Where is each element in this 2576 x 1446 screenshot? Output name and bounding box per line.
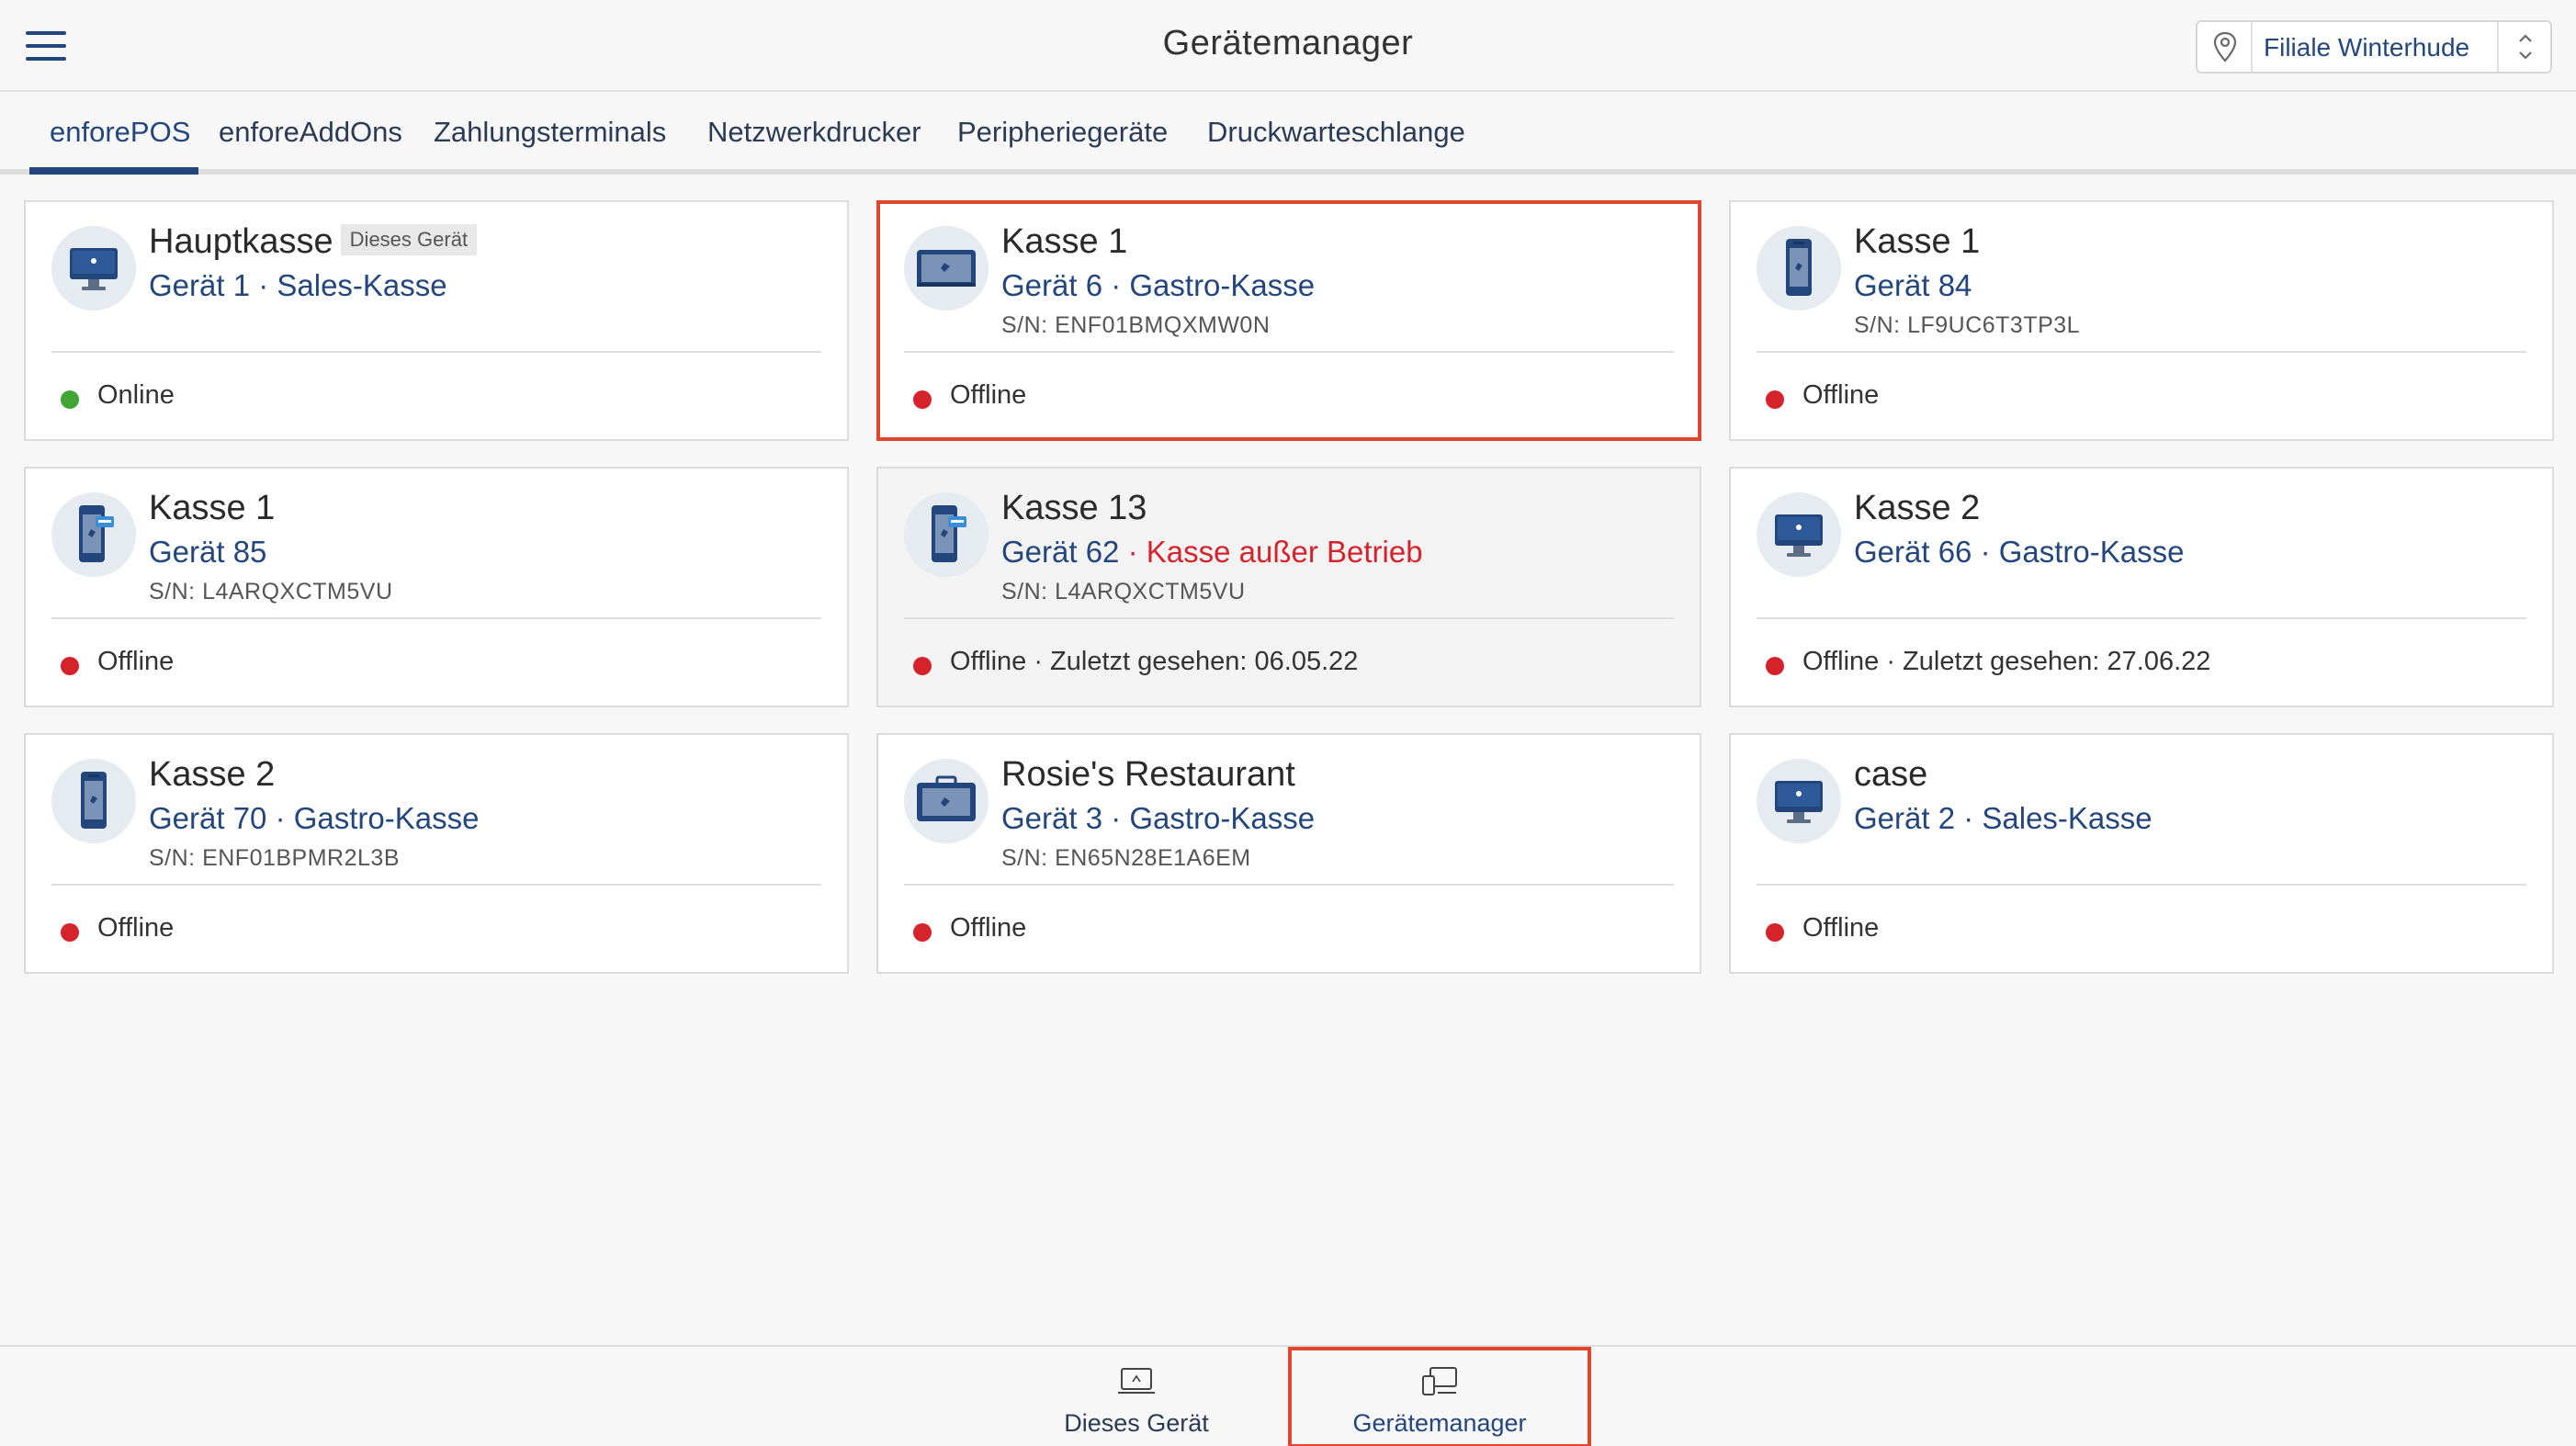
device-name: Rosie's Restaurant bbox=[1001, 755, 1295, 794]
card-divider bbox=[904, 351, 1674, 353]
card-divider bbox=[904, 617, 1674, 619]
status-text: Offline bbox=[1802, 913, 1880, 943]
device-subtitle: Gerät 84 bbox=[1854, 268, 1972, 302]
nav-this-device-label: Dieses Gerät bbox=[1064, 1409, 1209, 1437]
serial-number: S/N: ENF01BMQXMW0N bbox=[1001, 312, 1271, 338]
device-card[interactable]: case Gerät 2 · Sales-Kasse Offline bbox=[1729, 733, 2554, 974]
device-subtitle: Gerät 2 · Sales-Kasse bbox=[1854, 801, 2152, 835]
device-card[interactable]: Kasse 1 Gerät 6 · Gastro-Kasse S/N: ENF01B… bbox=[876, 200, 1701, 441]
device-subtitle: Gerät 6 · Gastro-Kasse bbox=[1001, 268, 1316, 302]
serial-number: S/N: L4ARQXCTM5VU bbox=[149, 579, 393, 604]
device-name: Kasse 1 bbox=[149, 489, 276, 527]
device-card[interactable]: Rosie's Restaurant Gerät 3 · Gastro-Kasse… bbox=[876, 733, 1701, 974]
tab-zahlungsterminals[interactable]: Zahlungsterminals bbox=[434, 116, 666, 149]
status-text: Offline bbox=[950, 913, 1027, 943]
device-name: Kasse 2 bbox=[1854, 489, 1981, 527]
app-header: Gerätemanager Filiale Winterhude bbox=[0, 0, 2576, 92]
status-text: Offline · Zuletzt gesehen: 06.05.22 bbox=[950, 647, 1359, 676]
status-indicator bbox=[61, 657, 79, 675]
bottom-navigation: Dieses Gerät Gerätemanager bbox=[0, 1345, 2576, 1446]
serial-number: S/N: EN65N28E1A6EM bbox=[1001, 845, 1251, 871]
status-indicator bbox=[1766, 390, 1784, 409]
device-subtitle: Gerät 62 · Kasse außer Betrieb bbox=[1001, 535, 1423, 569]
device-name: Kasse 2 bbox=[149, 755, 276, 794]
nav-this-device[interactable]: Dieses Gerät bbox=[985, 1347, 1288, 1446]
device-card[interactable]: Kasse 2 Gerät 70 · Gastro-Kasse S/N: ENF01… bbox=[24, 733, 849, 974]
nav-device-manager-label: Gerätemanager bbox=[1352, 1409, 1527, 1437]
out-of-service-label: · Kasse außer Betrieb bbox=[1119, 535, 1423, 569]
device-subtitle: Gerät 1 · Sales-Kasse bbox=[149, 268, 447, 302]
page-title: Gerätemanager bbox=[1162, 24, 1414, 62]
status-indicator bbox=[61, 923, 79, 942]
card-divider bbox=[1757, 884, 2526, 886]
active-tab-indicator bbox=[29, 167, 198, 175]
chevron-updown-icon bbox=[2497, 22, 2550, 72]
card-divider bbox=[51, 351, 821, 353]
card-divider bbox=[904, 884, 1674, 886]
handheld-pos-icon bbox=[1757, 226, 1841, 311]
tablet-case-icon bbox=[904, 759, 989, 843]
desktop-pos-icon bbox=[1757, 759, 1841, 843]
this-device-badge: Dieses Gerät bbox=[340, 223, 478, 255]
this-device-icon bbox=[1114, 1365, 1158, 1400]
status-indicator bbox=[913, 657, 932, 675]
device-card[interactable]: Kasse 1 Gerät 84 S/N: LF9UC6T3TP3L Offline bbox=[1729, 200, 2554, 441]
device-name: Hauptkasse Dieses Gerät bbox=[149, 222, 478, 262]
device-card[interactable]: Kasse 1 Gerät 85 S/N: L4ARQXCTM5VU Offline bbox=[24, 467, 849, 707]
status-text: Offline bbox=[950, 380, 1027, 410]
store-selector-label: Filiale Winterhude bbox=[2264, 33, 2470, 62]
device-name: case bbox=[1854, 755, 1928, 794]
device-name: Kasse 13 bbox=[1001, 489, 1147, 527]
device-manager-icon bbox=[1418, 1365, 1462, 1400]
status-text: Offline bbox=[97, 913, 175, 943]
status-text: Offline · Zuletzt gesehen: 27.06.22 bbox=[1802, 647, 2211, 676]
serial-number: S/N: L4ARQXCTM5VU bbox=[1001, 579, 1246, 604]
desktop-pos-icon bbox=[51, 226, 136, 311]
device-name: Kasse 1 bbox=[1854, 222, 1981, 261]
nav-device-manager[interactable]: Gerätemanager bbox=[1288, 1347, 1591, 1446]
card-divider bbox=[51, 884, 821, 886]
device-card[interactable]: Kasse 2 Gerät 66 · Gastro-Kasse Offline · … bbox=[1729, 467, 2554, 707]
tab-druckwarteschlange[interactable]: Druckwarteschlange bbox=[1207, 116, 1465, 149]
serial-number: S/N: ENF01BPMR2L3B bbox=[149, 845, 400, 871]
device-category-tabs: enforePOS enforeAddOns Zahlungsterminals… bbox=[0, 92, 2576, 175]
store-selector[interactable]: Filiale Winterhude bbox=[2196, 20, 2552, 73]
handheld-pay-icon bbox=[904, 492, 989, 577]
tab-peripheriegeraete[interactable]: Peripheriegeräte bbox=[957, 116, 1168, 149]
status-indicator bbox=[1766, 923, 1784, 942]
tablet-pos-icon bbox=[904, 226, 989, 311]
handheld-pay-icon bbox=[51, 492, 136, 577]
status-indicator bbox=[1766, 657, 1784, 675]
device-subtitle: Gerät 3 · Gastro-Kasse bbox=[1001, 801, 1316, 835]
device-card[interactable]: Hauptkasse Dieses Gerät Gerät 1 · Sales-Ka… bbox=[24, 200, 849, 441]
card-divider bbox=[1757, 617, 2526, 619]
device-name: Kasse 1 bbox=[1001, 222, 1128, 261]
tab-enforeaddons[interactable]: enforeAddOns bbox=[219, 116, 402, 149]
status-indicator bbox=[913, 390, 932, 409]
card-divider bbox=[1757, 351, 2526, 353]
device-subtitle: Gerät 85 bbox=[149, 535, 267, 569]
status-text: Online bbox=[97, 380, 175, 410]
card-divider bbox=[51, 617, 821, 619]
status-indicator bbox=[913, 923, 932, 942]
device-card[interactable]: Kasse 13 Gerät 62 · Kasse außer Betrieb S/… bbox=[876, 467, 1701, 707]
tab-netzwerkdrucker[interactable]: Netzwerkdrucker bbox=[707, 116, 921, 149]
status-indicator bbox=[61, 390, 79, 409]
serial-number: S/N: LF9UC6T3TP3L bbox=[1854, 312, 2081, 338]
tab-enforepos[interactable]: enforePOS bbox=[50, 116, 190, 149]
device-subtitle: Gerät 70 · Gastro-Kasse bbox=[149, 801, 480, 835]
status-text: Offline bbox=[97, 647, 175, 676]
status-text: Offline bbox=[1802, 380, 1880, 410]
handheld-pos-icon bbox=[51, 759, 136, 843]
location-pin-icon bbox=[2198, 22, 2253, 72]
desktop-pos-icon bbox=[1757, 492, 1841, 577]
device-subtitle: Gerät 66 · Gastro-Kasse bbox=[1854, 535, 2185, 569]
